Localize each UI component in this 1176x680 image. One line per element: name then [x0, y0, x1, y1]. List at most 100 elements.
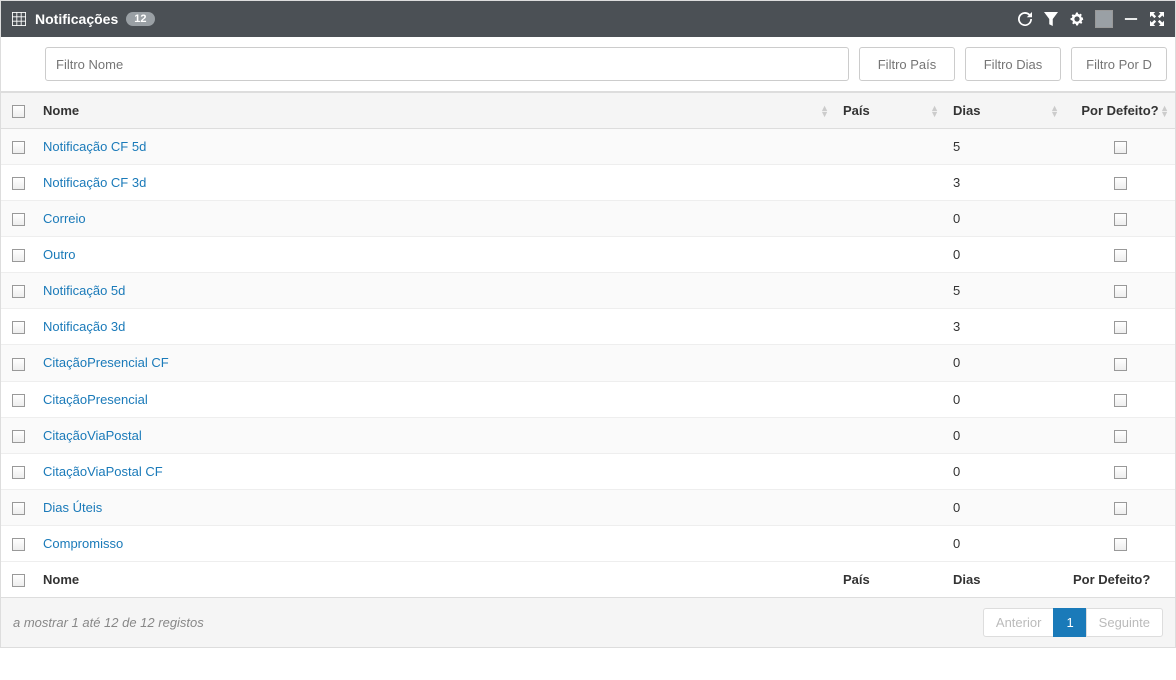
panel-title: Notificações	[35, 11, 118, 27]
footer-dias: Dias	[945, 561, 1065, 597]
page-1-button[interactable]: 1	[1053, 608, 1086, 637]
row-pais	[835, 453, 945, 489]
row-checkbox[interactable]	[12, 466, 25, 479]
table-row: CitaçãoViaPostal CF0	[1, 453, 1175, 489]
row-def-checkbox[interactable]	[1114, 502, 1127, 515]
prev-button[interactable]: Anterior	[983, 608, 1055, 637]
row-pais	[835, 237, 945, 273]
row-nome-link[interactable]: Notificação 5d	[43, 283, 125, 298]
sort-icon: ▲▼	[930, 105, 939, 117]
row-checkbox[interactable]	[12, 358, 25, 371]
row-def-checkbox[interactable]	[1114, 466, 1127, 479]
row-dias: 0	[945, 489, 1065, 525]
row-nome-link[interactable]: Outro	[43, 247, 76, 262]
filter-icon[interactable]	[1043, 11, 1059, 27]
row-nome-link[interactable]: CitaçãoPresencial CF	[43, 355, 169, 370]
row-pais	[835, 489, 945, 525]
color-swatch[interactable]	[1095, 10, 1113, 28]
row-dias: 5	[945, 129, 1065, 165]
row-checkbox[interactable]	[12, 394, 25, 407]
row-pais	[835, 201, 945, 237]
row-nome-link[interactable]: CitaçãoViaPostal CF	[43, 464, 163, 479]
table-row: Outro0	[1, 237, 1175, 273]
row-nome-link[interactable]: Notificação CF 5d	[43, 139, 146, 154]
row-def-checkbox[interactable]	[1114, 394, 1127, 407]
row-def-checkbox[interactable]	[1114, 430, 1127, 443]
row-def-checkbox[interactable]	[1114, 141, 1127, 154]
filter-pais-input[interactable]	[859, 47, 955, 81]
row-def-checkbox[interactable]	[1114, 213, 1127, 226]
row-checkbox[interactable]	[12, 249, 25, 262]
minimize-icon[interactable]	[1123, 11, 1139, 27]
pagination: Anterior 1 Seguinte	[984, 608, 1163, 637]
row-dias: 0	[945, 381, 1065, 417]
table-row: CitaçãoPresencial CF 0	[1, 345, 1175, 381]
row-pais	[835, 165, 945, 201]
sort-icon: ▲▼	[820, 105, 829, 117]
select-all-footer-checkbox[interactable]	[12, 574, 25, 587]
row-nome-link[interactable]: Correio	[43, 211, 86, 226]
notifications-panel: Notificações 12	[0, 0, 1176, 648]
sort-icon: ▲▼	[1050, 105, 1059, 117]
row-pais	[835, 309, 945, 345]
table-row: Notificação 5d 5	[1, 273, 1175, 309]
row-dias: 0	[945, 201, 1065, 237]
row-checkbox[interactable]	[12, 502, 25, 515]
row-def-checkbox[interactable]	[1114, 177, 1127, 190]
header-nome[interactable]: Nome ▲▼	[35, 93, 835, 129]
row-dias: 0	[945, 345, 1065, 381]
header-def[interactable]: Por Defeito? ▲▼	[1065, 93, 1175, 129]
row-checkbox[interactable]	[12, 321, 25, 334]
filter-def-input[interactable]	[1071, 47, 1167, 81]
row-checkbox[interactable]	[12, 141, 25, 154]
header-pais[interactable]: País ▲▼	[835, 93, 945, 129]
row-nome-link[interactable]: Notificação CF 3d	[43, 175, 146, 190]
row-def-checkbox[interactable]	[1114, 321, 1127, 334]
row-def-checkbox[interactable]	[1114, 249, 1127, 262]
row-nome-link[interactable]: CitaçãoPresencial	[43, 392, 148, 407]
table-row: Compromisso 0	[1, 525, 1175, 561]
header-dias[interactable]: Dias ▲▼	[945, 93, 1065, 129]
row-checkbox[interactable]	[12, 430, 25, 443]
row-checkbox[interactable]	[12, 177, 25, 190]
row-nome-link[interactable]: CitaçãoViaPostal	[43, 428, 142, 443]
footer-pais: País	[835, 561, 945, 597]
row-dias: 0	[945, 525, 1065, 561]
table-row: CitaçãoViaPostal 0	[1, 417, 1175, 453]
row-pais	[835, 345, 945, 381]
table-row: CitaçãoPresencial 0	[1, 381, 1175, 417]
row-pais	[835, 381, 945, 417]
table-icon	[11, 11, 27, 27]
records-info: a mostrar 1 até 12 de 12 registos	[13, 615, 204, 630]
next-button[interactable]: Seguinte	[1086, 608, 1163, 637]
row-dias: 0	[945, 417, 1065, 453]
row-checkbox[interactable]	[12, 285, 25, 298]
count-badge: 12	[126, 12, 154, 26]
row-pais	[835, 525, 945, 561]
table-row: Notificação CF 5d 5	[1, 129, 1175, 165]
row-pais	[835, 273, 945, 309]
row-def-checkbox[interactable]	[1114, 538, 1127, 551]
row-def-checkbox[interactable]	[1114, 358, 1127, 371]
select-all-checkbox[interactable]	[12, 105, 25, 118]
row-nome-link[interactable]: Dias Úteis	[43, 500, 102, 515]
filter-dias-input[interactable]	[965, 47, 1061, 81]
row-nome-link[interactable]: Notificação 3d	[43, 319, 125, 334]
gear-icon[interactable]	[1069, 11, 1085, 27]
row-checkbox[interactable]	[12, 213, 25, 226]
row-dias: 3	[945, 309, 1065, 345]
row-nome-link[interactable]: Compromisso	[43, 536, 123, 551]
expand-icon[interactable]	[1149, 11, 1165, 27]
footer-nome: Nome	[35, 561, 835, 597]
table-row: Dias Úteis 0	[1, 489, 1175, 525]
table-row: Notificação CF 3d 3	[1, 165, 1175, 201]
panel-header: Notificações 12	[1, 1, 1175, 37]
row-dias: 3	[945, 165, 1065, 201]
footer-def: Por Defeito?	[1065, 561, 1175, 597]
row-def-checkbox[interactable]	[1114, 285, 1127, 298]
refresh-icon[interactable]	[1017, 11, 1033, 27]
row-dias: 5	[945, 273, 1065, 309]
row-checkbox[interactable]	[12, 538, 25, 551]
table-row: Correio 0	[1, 201, 1175, 237]
filter-nome-input[interactable]	[45, 47, 849, 81]
